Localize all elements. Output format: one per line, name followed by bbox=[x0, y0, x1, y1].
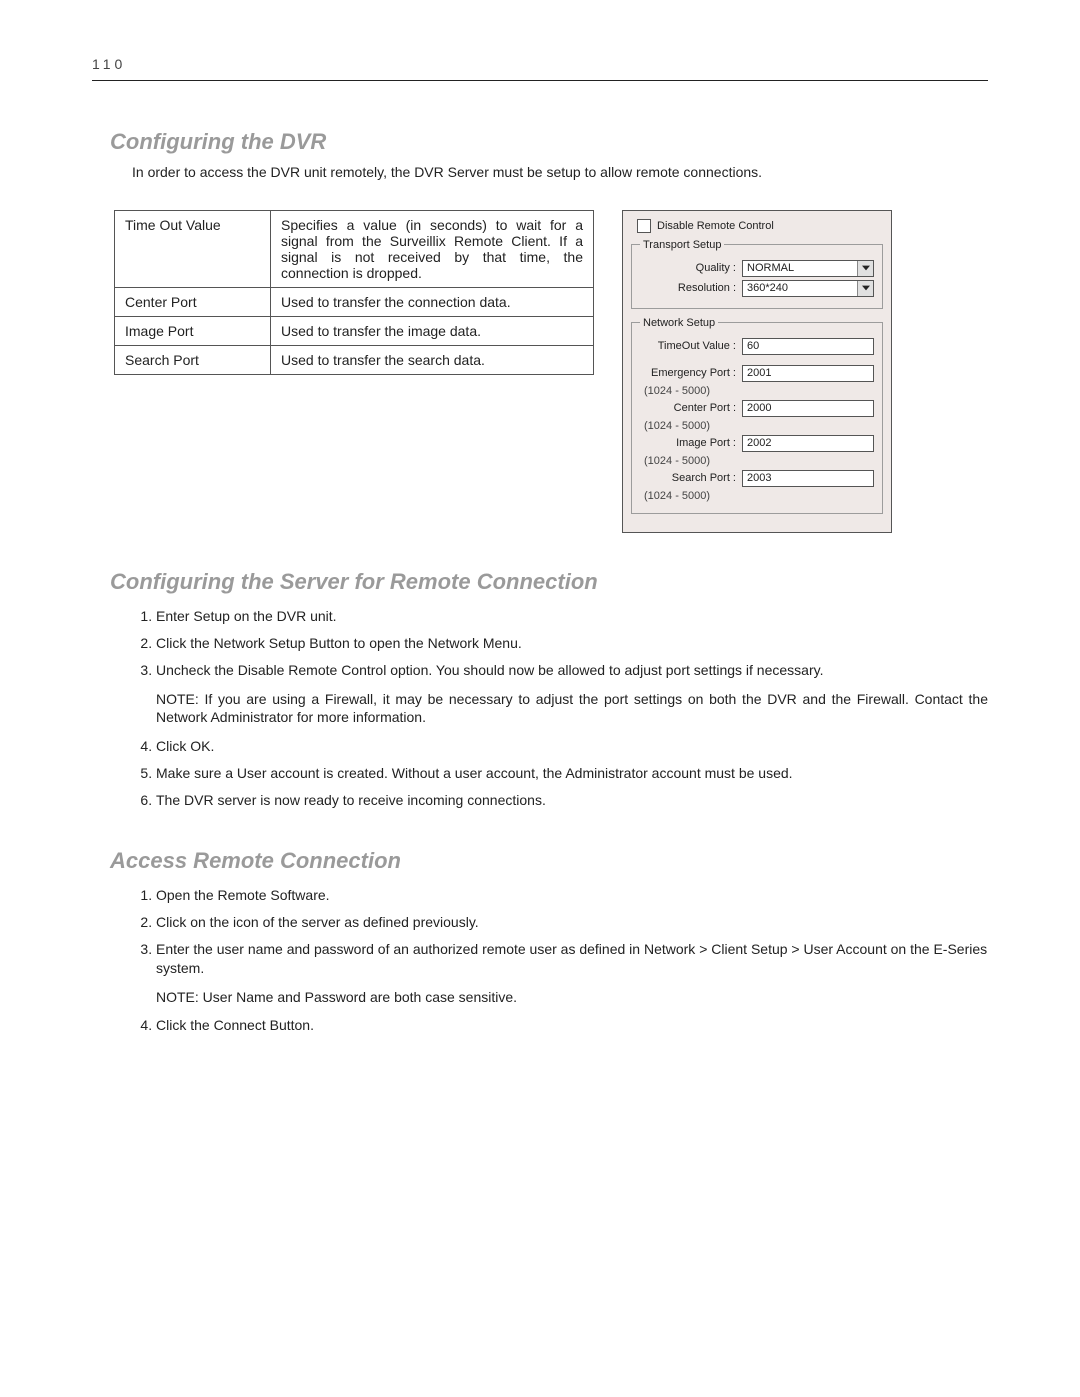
list-item: Make sure a User account is created. Wit… bbox=[156, 760, 988, 787]
list-item: Click the Network Setup Button to open t… bbox=[156, 630, 988, 657]
desc-cell: Used to transfer the connection data. bbox=[271, 287, 594, 316]
desc-cell: Used to transfer the search data. bbox=[271, 345, 594, 374]
port-range: (1024 - 5000) bbox=[640, 490, 740, 502]
transport-legend: Transport Setup bbox=[640, 239, 724, 251]
chevron-down-icon bbox=[857, 261, 873, 276]
center-label: Center Port : bbox=[640, 402, 742, 414]
image-input[interactable]: 2002 bbox=[742, 435, 874, 452]
note-text: NOTE: If you are using a Firewall, it ma… bbox=[156, 690, 988, 728]
intro-text: In order to access the DVR unit remotely… bbox=[132, 163, 988, 182]
note-text: NOTE: User Name and Password are both ca… bbox=[156, 988, 988, 1007]
port-range: (1024 - 5000) bbox=[640, 385, 740, 397]
quality-value: NORMAL bbox=[747, 262, 794, 274]
desc-cell: Used to transfer the image data. bbox=[271, 316, 594, 345]
list-item: Click OK. bbox=[156, 733, 988, 760]
checkbox-icon[interactable] bbox=[637, 219, 651, 233]
term-cell: Center Port bbox=[115, 287, 271, 316]
desc-cell: Specifies a value (in seconds) to wait f… bbox=[271, 210, 594, 287]
search-input[interactable]: 2003 bbox=[742, 470, 874, 487]
steps-list: Click OK. Make sure a User account is cr… bbox=[132, 733, 988, 814]
list-item: Click on the icon of the server as defin… bbox=[156, 909, 988, 936]
heading-configuring-dvr: Configuring the DVR bbox=[110, 129, 988, 155]
center-value: 2000 bbox=[747, 402, 771, 414]
network-setup-group: Network Setup TimeOut Value : 60 Emergen… bbox=[631, 317, 883, 514]
disable-remote-row: Disable Remote Control bbox=[637, 219, 883, 233]
table-row: Center Port Used to transfer the connect… bbox=[115, 287, 594, 316]
list-item: Click the Connect Button. bbox=[156, 1012, 988, 1039]
emergency-label: Emergency Port : bbox=[640, 367, 742, 379]
list-item: Open the Remote Software. bbox=[156, 882, 988, 909]
header-rule bbox=[92, 80, 988, 81]
term-cell: Search Port bbox=[115, 345, 271, 374]
table-row: Image Port Used to transfer the image da… bbox=[115, 316, 594, 345]
quality-label: Quality : bbox=[640, 262, 742, 274]
emergency-input[interactable]: 2001 bbox=[742, 365, 874, 382]
quality-select[interactable]: NORMAL bbox=[742, 260, 874, 277]
emergency-value: 2001 bbox=[747, 367, 771, 379]
list-item: Enter the user name and password of an a… bbox=[156, 936, 988, 982]
port-range: (1024 - 5000) bbox=[640, 455, 740, 467]
disable-remote-label: Disable Remote Control bbox=[657, 220, 774, 232]
resolution-select[interactable]: 360*240 bbox=[742, 280, 874, 297]
table-row: Time Out Value Specifies a value (in sec… bbox=[115, 210, 594, 287]
steps-list: Enter Setup on the DVR unit. Click the N… bbox=[132, 603, 988, 684]
term-cell: Image Port bbox=[115, 316, 271, 345]
timeout-label: TimeOut Value : bbox=[640, 340, 742, 352]
chevron-down-icon bbox=[857, 281, 873, 296]
definitions-table: Time Out Value Specifies a value (in sec… bbox=[114, 210, 594, 375]
list-item: The DVR server is now ready to receive i… bbox=[156, 787, 988, 814]
search-label: Search Port : bbox=[640, 472, 742, 484]
network-legend: Network Setup bbox=[640, 317, 718, 329]
image-value: 2002 bbox=[747, 437, 771, 449]
search-value: 2003 bbox=[747, 472, 771, 484]
list-item: Uncheck the Disable Remote Control optio… bbox=[156, 657, 988, 684]
network-setup-panel: Disable Remote Control Transport Setup Q… bbox=[622, 210, 892, 533]
heading-access-remote: Access Remote Connection bbox=[110, 848, 988, 874]
timeout-input[interactable]: 60 bbox=[742, 338, 874, 355]
transport-setup-group: Transport Setup Quality : NORMAL Resolut… bbox=[631, 239, 883, 309]
steps-list: Click the Connect Button. bbox=[132, 1012, 988, 1039]
resolution-value: 360*240 bbox=[747, 282, 788, 294]
steps-list: Open the Remote Software. Click on the i… bbox=[132, 882, 988, 982]
center-input[interactable]: 2000 bbox=[742, 400, 874, 417]
timeout-value: 60 bbox=[747, 340, 759, 352]
list-item: Enter Setup on the DVR unit. bbox=[156, 603, 988, 630]
heading-config-server: Configuring the Server for Remote Connec… bbox=[110, 569, 988, 595]
document-page: 110 Configuring the DVR In order to acce… bbox=[0, 0, 1080, 1397]
resolution-label: Resolution : bbox=[640, 282, 742, 294]
image-label: Image Port : bbox=[640, 437, 742, 449]
term-cell: Time Out Value bbox=[115, 210, 271, 287]
port-range: (1024 - 5000) bbox=[640, 420, 740, 432]
table-row: Search Port Used to transfer the search … bbox=[115, 345, 594, 374]
page-number: 110 bbox=[92, 56, 988, 72]
